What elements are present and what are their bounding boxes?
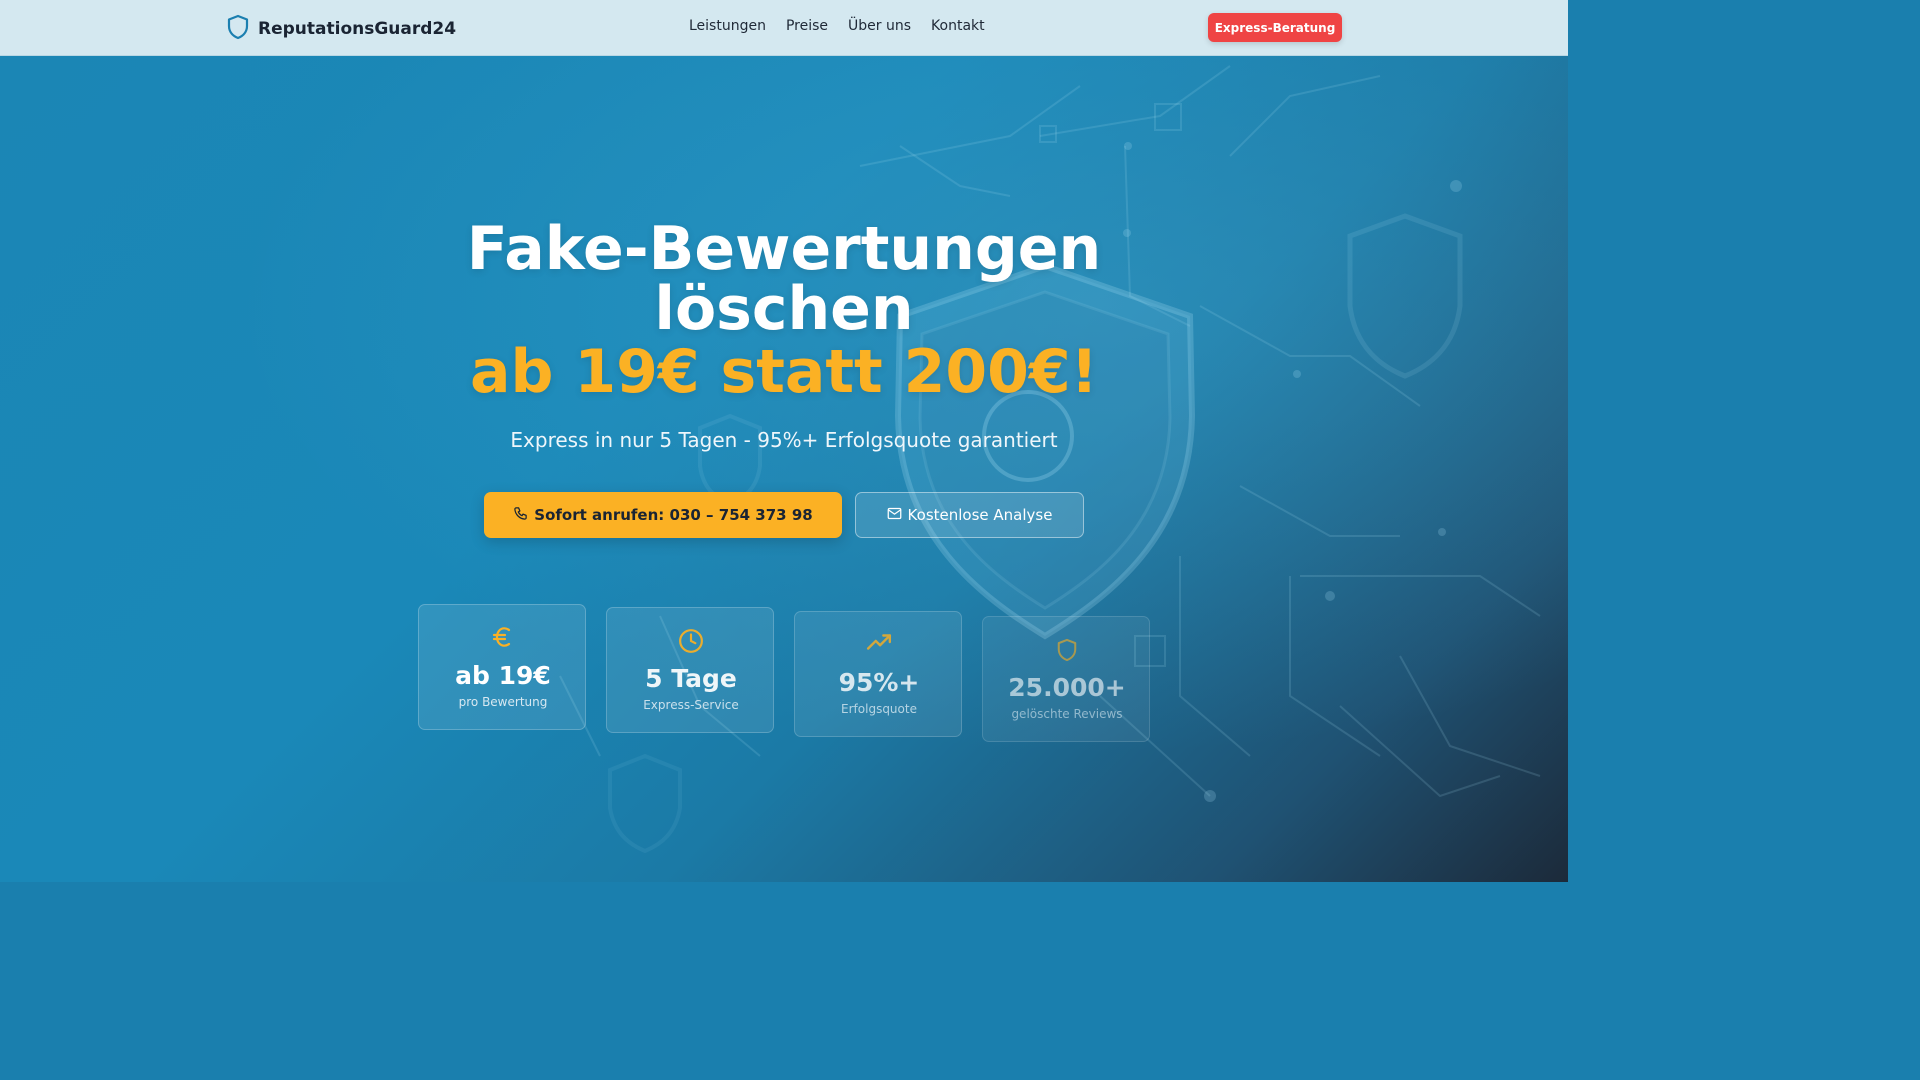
nav-link-preise[interactable]: Preise — [786, 18, 828, 34]
shield-logo-icon — [226, 14, 250, 44]
euro-icon — [491, 625, 515, 653]
mail-icon — [887, 506, 902, 524]
nav-link-ueber-uns[interactable]: Über uns — [848, 18, 911, 34]
stat-value: ab 19€ — [455, 661, 551, 690]
nav-link-kontakt[interactable]: Kontakt — [931, 18, 985, 34]
nav-link-leistungen[interactable]: Leistungen — [689, 18, 766, 34]
stat-value: 95%+ — [838, 668, 920, 697]
shield-icon — [1056, 637, 1078, 667]
stat-label: Express-Service — [643, 698, 739, 712]
phone-icon — [513, 506, 528, 525]
stat-card-duration: 5 Tage Express-Service — [606, 607, 774, 733]
call-now-label: Sofort anrufen: 030 – 754 373 98 — [534, 506, 813, 524]
stat-card-success-rate: 95%+ Erfolgsquote — [794, 611, 962, 737]
brand-logo[interactable]: ReputationsGuard24 — [226, 14, 456, 44]
top-navbar: ReputationsGuard24 Leistungen Preise Übe… — [0, 0, 1568, 56]
stat-label: Erfolgsquote — [841, 702, 917, 716]
stat-card-deleted-reviews: 25.000+ gelöschte Reviews — [982, 616, 1150, 742]
stat-value: 25.000+ — [1008, 673, 1126, 702]
nav-links: Leistungen Preise Über uns Kontakt — [689, 18, 985, 34]
brand-name: ReputationsGuard24 — [258, 19, 457, 39]
hero-title-price: ab 19€ statt 200€! — [470, 337, 1098, 407]
hero-subtitle: Express in nur 5 Tagen - 95%+ Erfolgsquo… — [510, 428, 1058, 452]
stat-value: 5 Tage — [645, 664, 737, 693]
call-now-button[interactable]: Sofort anrufen: 030 – 754 373 98 — [484, 492, 842, 538]
background-circuit-illustration — [559, 65, 1541, 854]
stat-card-price: ab 19€ pro Bewertung — [418, 604, 586, 730]
clock-icon — [678, 628, 704, 658]
hero-section: Fake-Bewertungen löschen ab 19€ statt 20… — [0, 56, 1568, 882]
hero-title-line2: löschen — [654, 274, 914, 344]
free-analysis-button[interactable]: Kostenlose Analyse — [855, 492, 1084, 538]
free-analysis-label: Kostenlose Analyse — [907, 506, 1053, 524]
stat-label: pro Bewertung — [458, 695, 548, 709]
trending-up-icon — [866, 632, 892, 656]
express-beratung-button[interactable]: Express-Beratung — [1208, 13, 1342, 42]
stat-label: gelöschte Reviews — [1011, 707, 1123, 721]
hero-title-line1: Fake-Bewertungen — [466, 214, 1102, 284]
